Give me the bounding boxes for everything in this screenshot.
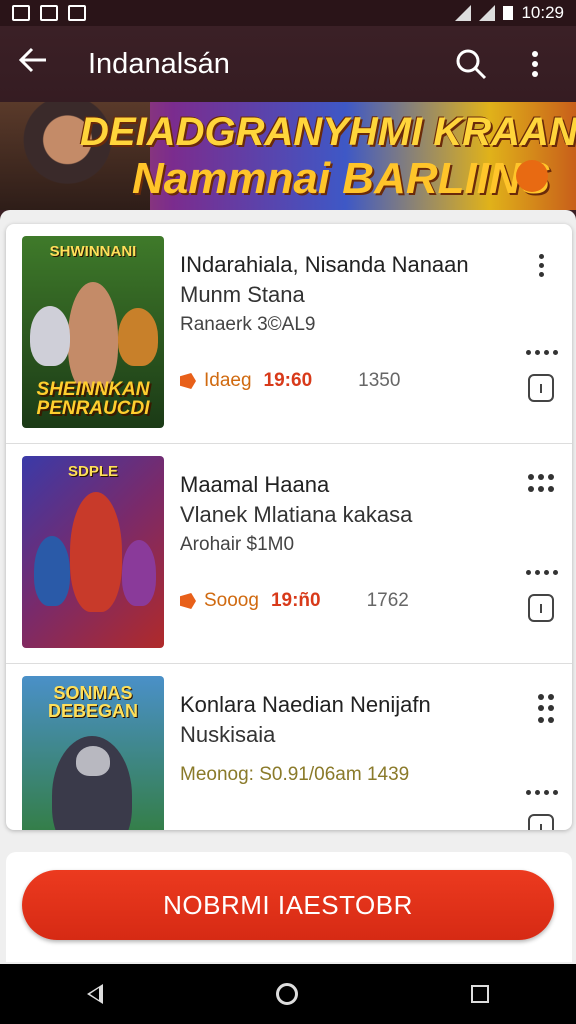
mail-icon — [68, 5, 86, 21]
item-menu-icon[interactable] — [528, 474, 554, 494]
notification-icon — [12, 5, 30, 21]
game-time: 19:ñ0 — [270, 590, 321, 611]
game-subtitle: Nuskisaia — [180, 722, 276, 747]
app-bar: Indanalsán — [0, 26, 576, 102]
battery-icon — [503, 6, 514, 20]
save-icon[interactable] — [528, 594, 554, 622]
signal-icon — [479, 5, 496, 21]
game-count: 1762 — [366, 590, 409, 611]
overflow-menu-icon[interactable] — [512, 41, 558, 87]
game-cover-image[interactable]: SHWINNANI SHEINNKAN PENRAUCDI — [22, 236, 164, 428]
game-info: Idaeg 19:60 1350 — [180, 370, 400, 392]
game-list: SHWINNANI SHEINNKAN PENRAUCDI INdarahial… — [6, 224, 572, 830]
nav-home-icon[interactable] — [275, 983, 298, 1005]
status-system-icons: 10:29 — [455, 3, 564, 23]
tag-icon — [180, 593, 196, 609]
game-info: Sooog 19:ñ0 1762 — [180, 590, 409, 612]
list-item[interactable]: SDPLE Maamal Haana Vlanek Mlatiana kakas… — [6, 444, 572, 664]
cover-title: SHEINNKAN PENRAUCDI — [36, 379, 150, 419]
cover-figure — [34, 536, 70, 606]
game-tag: Idaeg — [204, 370, 252, 391]
more-dots-icon[interactable] — [526, 350, 558, 355]
game-title: Maamal Haana — [180, 472, 330, 497]
status-time: 10:29 — [521, 3, 564, 22]
save-icon[interactable] — [528, 814, 554, 830]
nav-recents-icon[interactable] — [471, 985, 490, 1003]
banner-headline: DEIADGRANYHMI KRAAN — [80, 110, 576, 154]
signal-icon — [455, 5, 472, 21]
cover-figure — [70, 492, 122, 612]
game-subtitle: Vlanek Mlatiana kakasa — [180, 502, 413, 527]
cover-wolf — [30, 306, 70, 366]
navigation-bar — [0, 964, 576, 1024]
more-dots-icon[interactable] — [526, 570, 558, 575]
search-icon[interactable] — [448, 41, 494, 87]
image-icon — [40, 5, 58, 21]
status-notification-icons — [12, 5, 86, 21]
cover-fox — [118, 308, 158, 366]
game-tag: Sooog — [204, 590, 259, 611]
promo-banner[interactable]: DEIADGRANYHMI KRAAN Nammnai BARLIINS — [0, 102, 576, 210]
game-title: Konlara Naedian Nenijafn — [180, 692, 431, 717]
cover-mask — [76, 746, 110, 776]
game-title: INdarahiala, Nisanda Nanaan — [180, 252, 469, 277]
item-menu-icon[interactable] — [538, 694, 554, 724]
tag-icon — [180, 373, 196, 389]
banner-badge-icon — [516, 160, 548, 192]
cover-title-top: SHWINNANI — [49, 243, 137, 260]
banner-subheadline: Nammnai BARLIINS — [132, 154, 551, 203]
game-meta: Ranaerk 3©AL9 — [180, 314, 316, 335]
more-dots-icon[interactable] — [526, 790, 558, 795]
back-arrow-icon[interactable] — [18, 47, 58, 81]
game-subtitle: Munm Stana — [180, 282, 305, 307]
game-info: Meonog: S0.91/06am 1439 — [180, 764, 410, 785]
primary-action-button[interactable]: NOBRMI IAESTOBR — [22, 870, 554, 940]
cover-title-top: SDPLE — [67, 463, 118, 480]
game-count: 1350 — [358, 370, 401, 391]
nav-back-icon[interactable] — [86, 984, 103, 1004]
save-icon[interactable] — [528, 374, 554, 402]
game-time: 19:60 — [263, 370, 313, 391]
game-cover-image[interactable]: SDPLE — [22, 456, 164, 648]
game-meta: Arohair $1M0 — [180, 534, 295, 555]
cover-figure — [122, 540, 156, 606]
list-item[interactable]: SHWINNANI SHEINNKAN PENRAUCDI INdarahial… — [6, 224, 572, 444]
cover-title-top: SONMAS DEBEGAN — [47, 683, 138, 721]
list-item[interactable]: SONMAS DEBEGAN Konlara Naedian Nenijafn … — [6, 664, 572, 830]
game-cover-image[interactable]: SONMAS DEBEGAN — [22, 676, 164, 830]
status-bar: 10:29 — [0, 0, 576, 26]
cover-figure — [68, 282, 118, 392]
page-title: Indanalsán — [88, 47, 230, 80]
item-menu-icon[interactable] — [534, 254, 548, 277]
